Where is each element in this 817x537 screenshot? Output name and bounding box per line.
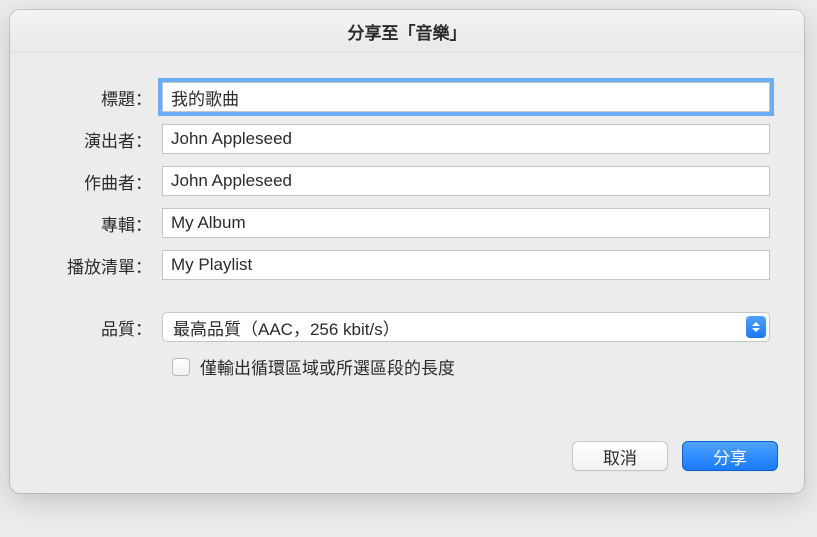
artist-label: 演出者： xyxy=(44,127,162,152)
composer-input[interactable] xyxy=(162,166,770,196)
cycle-region-label: 僅輸出循環區域或所選區段的長度 xyxy=(200,354,455,379)
dialog-title: 分享至「音樂」 xyxy=(10,10,804,53)
composer-label: 作曲者： xyxy=(44,169,162,194)
album-input[interactable] xyxy=(162,208,770,238)
artist-input[interactable] xyxy=(162,124,770,154)
cancel-button[interactable]: 取消 xyxy=(572,441,668,471)
dialog-footer: 取消 分享 xyxy=(10,401,804,493)
quality-label: 品質： xyxy=(44,315,162,340)
quality-value: 最高品質（AAC，256 kbit/s） xyxy=(173,315,400,340)
title-input[interactable] xyxy=(162,82,770,112)
share-to-music-dialog: 分享至「音樂」 標題： 演出者： 作曲者： 專輯： xyxy=(10,10,804,493)
playlist-input[interactable] xyxy=(162,250,770,280)
share-button[interactable]: 分享 xyxy=(682,441,778,471)
updown-stepper-icon xyxy=(746,316,766,338)
playlist-label: 播放清單： xyxy=(44,253,162,278)
quality-select[interactable]: 最高品質（AAC，256 kbit/s） xyxy=(162,312,770,342)
dialog-content: 標題： 演出者： 作曲者： 專輯： 播放清單： xyxy=(10,53,804,401)
cycle-region-checkbox[interactable] xyxy=(172,358,190,376)
album-label: 專輯： xyxy=(44,211,162,236)
title-label: 標題： xyxy=(44,85,162,110)
